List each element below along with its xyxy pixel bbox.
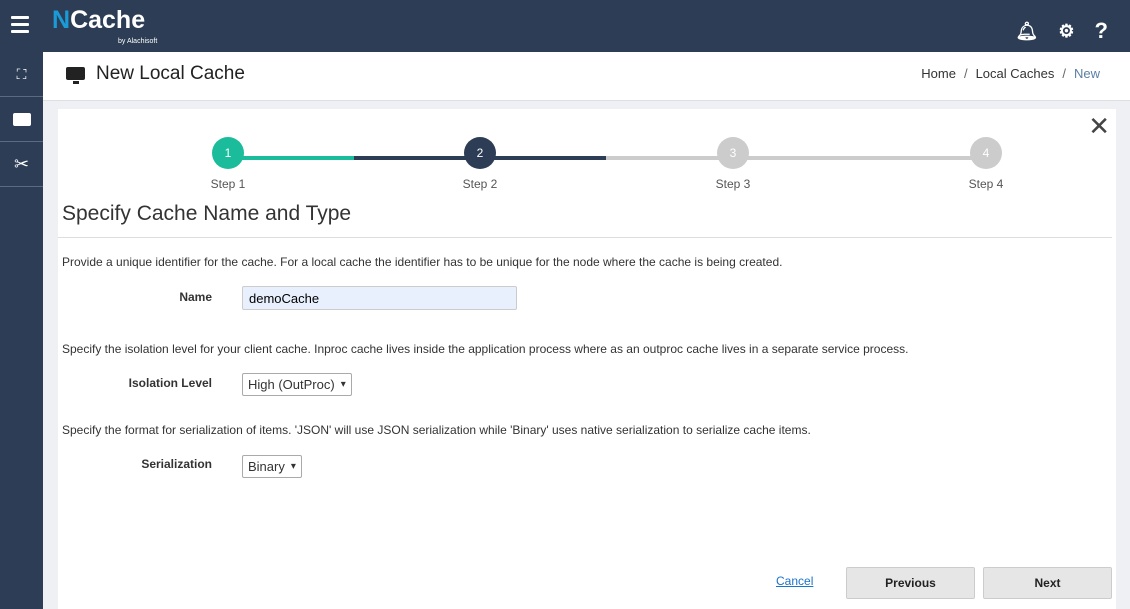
name-input[interactable] (242, 286, 517, 310)
section-heading: Specify Cache Name and Type (62, 202, 352, 225)
top-bar: NCache by Alachisoft 🔔︎ ⚙ ? (0, 0, 1130, 52)
serialization-label: Serialization (141, 457, 212, 471)
page-header: New Local Cache Home / Local Caches / New (43, 52, 1130, 101)
chevron-down-icon: ▾ (340, 379, 346, 390)
isolation-level-label: Isolation Level (128, 376, 212, 390)
breadcrumb-local-caches[interactable]: Local Caches (976, 66, 1055, 81)
name-description: Provide a unique identifier for the cach… (62, 255, 783, 269)
sitemap-icon: ⛶ (16, 65, 27, 82)
sidebar-item-local-caches[interactable] (0, 97, 43, 142)
isolation-level-value: High (OutProc) (248, 377, 335, 392)
isolation-description: Specify the isolation level for your cli… (62, 342, 909, 356)
sidebar-item-tools[interactable]: ✂ (0, 142, 43, 187)
previous-button[interactable]: Previous (846, 567, 975, 599)
step-4-label: Step 4 (968, 177, 1004, 191)
close-icon[interactable]: ✕ (1088, 111, 1110, 142)
monitor-icon (66, 67, 85, 84)
progress-line-1 (228, 156, 354, 160)
step-1-circle: 1 (212, 137, 244, 169)
ncache-logo[interactable]: NCache by Alachisoft (52, 6, 157, 45)
sidebar: ⛶ ✂ (0, 52, 43, 609)
serialization-description: Specify the format for serialization of … (62, 423, 811, 437)
breadcrumb-current: New (1073, 66, 1100, 81)
bell-icon[interactable]: 🔔︎ (1016, 21, 1039, 42)
cancel-link[interactable]: Cancel (776, 574, 813, 588)
monitor-icon (12, 112, 31, 126)
serialization-value: Binary (248, 459, 285, 474)
step-4-circle: 4 (970, 137, 1002, 169)
help-icon[interactable]: ? (1095, 18, 1108, 44)
step-3-circle: 3 (717, 137, 749, 169)
tools-icon: ✂ (13, 153, 30, 174)
logo-subtitle: by Alachisoft (118, 38, 158, 45)
name-label: Name (179, 290, 212, 304)
breadcrumb-home[interactable]: Home (921, 66, 956, 81)
divider (58, 237, 1112, 238)
gears-icon[interactable]: ⚙ (1058, 21, 1074, 42)
chevron-down-icon: ▾ (290, 461, 296, 472)
progress-line-3 (606, 156, 984, 160)
next-button[interactable]: Next (983, 567, 1112, 599)
step-3-label: Step 3 (715, 177, 751, 191)
wizard-card: ✕ 1 2 3 4 Step 1 Step 2 Step 3 Step 4 Sp… (58, 109, 1116, 609)
step-1-label: Step 1 (210, 177, 246, 191)
isolation-level-select[interactable]: High (OutProc) ▾ (242, 373, 352, 396)
step-2-circle: 2 (464, 137, 496, 169)
sidebar-item-clustered-caches[interactable]: ⛶ (0, 52, 43, 97)
step-2-label: Step 2 (462, 177, 498, 191)
hamburger-menu-icon[interactable] (11, 16, 29, 37)
page-title: New Local Cache (96, 63, 245, 84)
breadcrumb: Home / Local Caches / New (921, 66, 1100, 81)
serialization-select[interactable]: Binary ▾ (242, 455, 302, 478)
